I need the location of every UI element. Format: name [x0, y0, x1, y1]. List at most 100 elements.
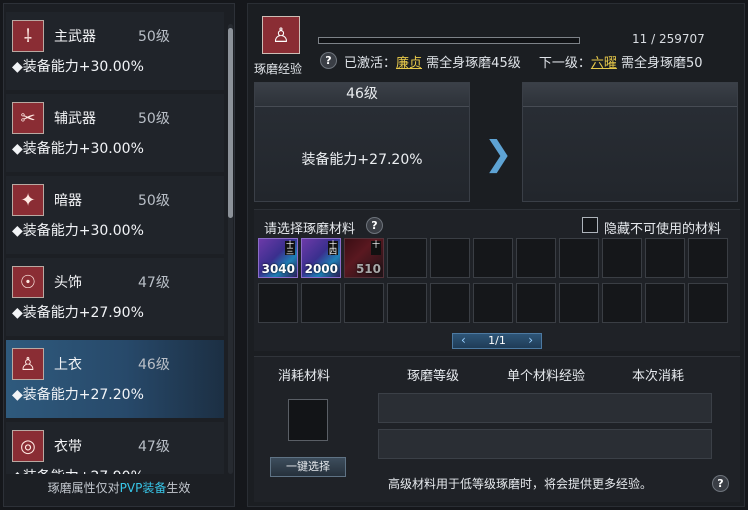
- page-indicator: 1/1: [488, 334, 506, 347]
- active-prefix: 已激活：: [344, 56, 397, 71]
- material-cell[interactable]: [559, 283, 599, 323]
- slot-name: 主武器: [54, 29, 96, 45]
- material-cell[interactable]: [602, 238, 642, 278]
- material-cell[interactable]: [516, 238, 556, 278]
- material-cell[interactable]: [516, 283, 556, 323]
- material-count: 510: [355, 262, 381, 276]
- prev-page-icon[interactable]: ‹: [461, 333, 466, 347]
- material-panel: 请选择琢磨材料 ? 隐藏不可使用的材料 十三 3040 十四 2000 十 510 ‹ 1…: [254, 209, 740, 351]
- slot-attr: ◆装备能力+30.00%: [12, 223, 144, 239]
- material-count: 2000: [304, 262, 338, 276]
- material-title: 请选择琢磨材料: [264, 222, 356, 237]
- slot-level: 50级: [138, 111, 170, 127]
- pvp-note-prefix: 琢磨属性仅对: [47, 481, 120, 495]
- active-desc: 需全身琢磨45级: [426, 56, 521, 71]
- top-clothing-icon: ♙: [12, 348, 44, 380]
- material-cell[interactable]: [344, 283, 384, 323]
- slot-name: 暗器: [54, 193, 82, 209]
- headwear-icon: ☉: [12, 266, 44, 298]
- help-icon[interactable]: ?: [320, 52, 337, 69]
- hidden-weapon-icon: ✦: [12, 184, 44, 216]
- material-cell[interactable]: [258, 283, 298, 323]
- material-cell[interactable]: [645, 238, 685, 278]
- equipment-slot-panel: ⸸ 主武器 50级 ◆装备能力+30.00% ✂ 辅武器 50级 ◆装备能力+30.00% ✦ 暗…: [3, 3, 235, 507]
- chevron-right-icon: ❯: [484, 134, 513, 174]
- current-level-box: 46级 装备能力+27.20%: [254, 82, 470, 202]
- material-cell[interactable]: [301, 283, 341, 323]
- col-level: 琢磨等级: [407, 369, 460, 384]
- slot-level: 50级: [138, 29, 170, 45]
- next-level-box: [522, 82, 738, 202]
- consume-material-slot[interactable]: [288, 399, 328, 441]
- equipment-slot[interactable]: ⸸ 主武器 50级 ◆装备能力+30.00%: [6, 12, 224, 90]
- material-cell[interactable]: [645, 283, 685, 323]
- slot-name: 辅武器: [54, 111, 96, 127]
- xp-bar: [318, 37, 580, 44]
- material-grade-tag: 十四: [328, 240, 338, 256]
- material-cell[interactable]: [430, 238, 470, 278]
- next-level-head: [523, 83, 737, 107]
- current-level-attr: 装备能力+27.20%: [301, 152, 423, 168]
- polish-panel: ♙ 琢磨经验 11 / 259707 ? 已激活：廉贞 需全身琢磨45级 下一级…: [247, 3, 745, 507]
- active-name-link[interactable]: 廉贞: [396, 56, 422, 71]
- slot-level: 50级: [138, 193, 170, 209]
- equipment-slot[interactable]: ◎ 衣带 47级 ◆装备能力+27.90%: [6, 422, 224, 474]
- slot-name: 上衣: [54, 357, 82, 373]
- col-cost: 本次消耗: [632, 369, 685, 384]
- material-cell[interactable]: [387, 238, 427, 278]
- equipment-slot[interactable]: ✂ 辅武器 50级 ◆装备能力+30.00%: [6, 94, 224, 172]
- col-exp: 单个材料经验: [507, 369, 586, 384]
- material-grade-tag: 十三: [285, 240, 295, 256]
- material-cell[interactable]: [430, 283, 470, 323]
- consume-panel: 消耗材料 琢磨等级 单个材料经验 本次消耗 一键选择 高级材料用于低等级琢磨时，…: [254, 356, 740, 502]
- material-cell[interactable]: [473, 283, 513, 323]
- next-desc: 需全身琢磨50: [621, 56, 703, 71]
- one-key-select-button[interactable]: 一键选择: [270, 457, 346, 477]
- hide-unusable-checkbox[interactable]: [582, 217, 598, 233]
- slot-attr: ◆装备能力+30.00%: [12, 141, 144, 157]
- slot-level: 47级: [138, 439, 170, 455]
- weapon-icon: ⸸: [12, 20, 44, 52]
- xp-text: 11 / 259707: [632, 32, 705, 46]
- slot-level: 46级: [138, 357, 170, 373]
- slot-list-scrollbar[interactable]: [228, 24, 233, 474]
- hide-unusable-label: 隐藏不可使用的材料: [604, 222, 722, 237]
- equipment-slot[interactable]: ♙ 上衣 46级 ◆装备能力+27.20%: [6, 340, 224, 418]
- equipment-slot[interactable]: ☉ 头饰 47级 ◆装备能力+27.90%: [6, 258, 224, 336]
- material-pager: ‹ 1/1 ›: [452, 333, 542, 349]
- pvp-note-suffix: 生效: [166, 481, 191, 495]
- material-help-icon[interactable]: ?: [366, 217, 383, 234]
- slot-list: ⸸ 主武器 50级 ◆装备能力+30.00% ✂ 辅武器 50级 ◆装备能力+30.00% ✦ 暗…: [6, 12, 224, 474]
- sub-weapon-icon: ✂: [12, 102, 44, 134]
- material-item[interactable]: 十三 3040: [258, 238, 298, 278]
- next-name-link[interactable]: 六曜: [591, 56, 617, 71]
- material-item[interactable]: 十四 2000: [301, 238, 341, 278]
- consume-row: [378, 393, 712, 423]
- material-cell[interactable]: [387, 283, 427, 323]
- material-item[interactable]: 十 510: [344, 238, 384, 278]
- consume-hint: 高级材料用于低等级琢磨时，将会提供更多经验。: [388, 477, 653, 491]
- activation-line: 已激活：廉贞 需全身琢磨45级 下一级：六曜 需全身琢磨50: [344, 52, 703, 71]
- slot-attr: ◆装备能力+27.90%: [12, 466, 144, 474]
- material-count: 3040: [261, 262, 295, 276]
- material-cell[interactable]: [688, 283, 728, 323]
- slot-level: 47级: [138, 275, 170, 291]
- slot-name: 衣带: [54, 439, 82, 455]
- slot-attr: ◆装备能力+27.90%: [12, 305, 144, 321]
- next-page-icon[interactable]: ›: [528, 333, 533, 347]
- consume-row: [378, 429, 712, 459]
- next-prefix: 下一级：: [538, 56, 591, 71]
- equipment-slot[interactable]: ✦ 暗器 50级 ◆装备能力+30.00%: [6, 176, 224, 254]
- polish-exp-icon: ♙: [262, 16, 300, 54]
- slot-attr: ◆装备能力+27.20%: [12, 387, 144, 403]
- material-cell[interactable]: [602, 283, 642, 323]
- scrollbar-thumb[interactable]: [228, 28, 233, 218]
- material-cell[interactable]: [473, 238, 513, 278]
- material-cell[interactable]: [559, 238, 599, 278]
- col-material: 消耗材料: [278, 369, 331, 384]
- slot-name: 头饰: [54, 275, 82, 291]
- slot-attr: ◆装备能力+30.00%: [12, 59, 144, 75]
- material-cell[interactable]: [688, 238, 728, 278]
- belt-icon: ◎: [12, 430, 44, 462]
- consume-help-icon[interactable]: ?: [712, 475, 729, 492]
